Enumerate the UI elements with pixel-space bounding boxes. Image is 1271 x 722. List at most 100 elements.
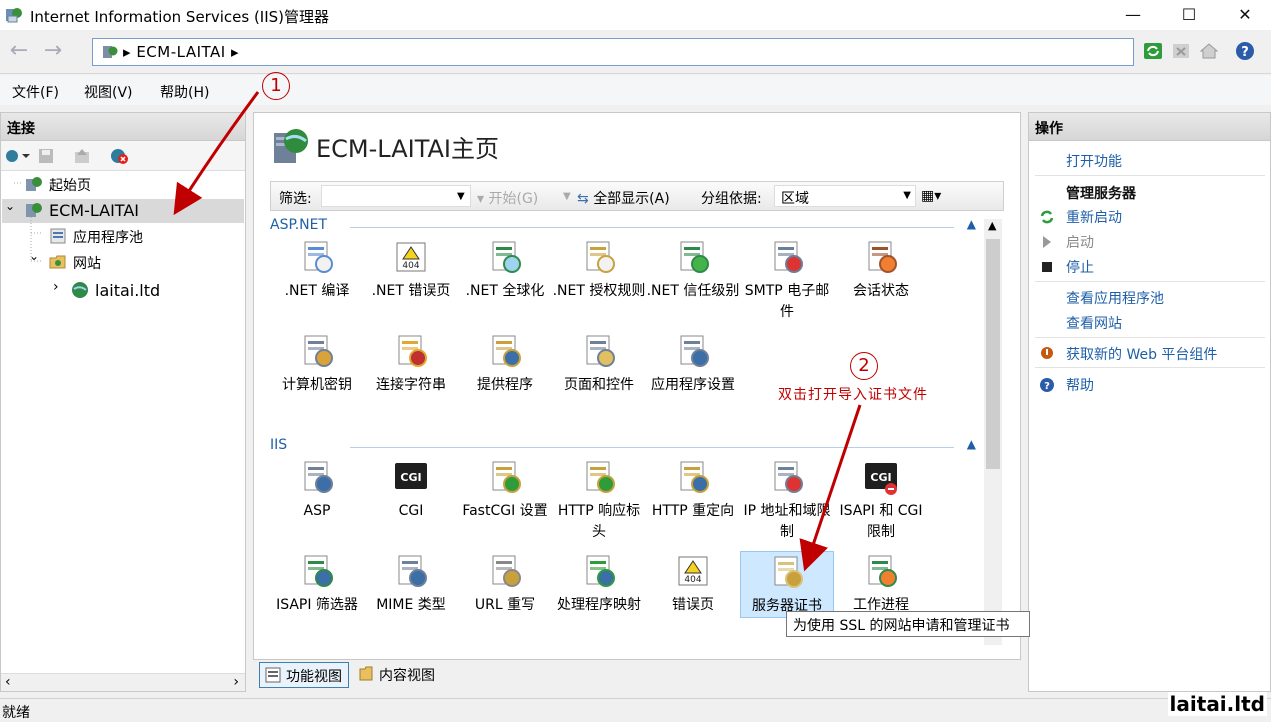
- up-icon[interactable]: [73, 147, 91, 165]
- feature-label: 计算机密钥: [282, 377, 352, 393]
- feature-session-state[interactable]: 会话状态: [834, 237, 928, 302]
- menu-file[interactable]: 文件(F): [12, 82, 59, 102]
- feature-providers[interactable]: 提供程序: [458, 331, 552, 396]
- feature-net-authorization[interactable]: .NET 授权规则: [552, 237, 646, 302]
- feature-net-trust-levels[interactable]: .NET 信任级别: [646, 237, 740, 302]
- feature-handler-mappings[interactable]: 处理程序映射: [552, 551, 646, 616]
- feature-server-certificates[interactable]: 服务器证书: [740, 551, 834, 618]
- stop-icon[interactable]: [1170, 40, 1192, 62]
- feature-label: 处理程序映射: [557, 597, 641, 613]
- feature-app-settings[interactable]: 应用程序设置: [646, 331, 740, 396]
- maximize-button[interactable]: ☐: [1160, 0, 1218, 30]
- show-all-button[interactable]: ⇆ 全部显示(A): [577, 188, 670, 208]
- back-button[interactable]: ←: [4, 38, 34, 66]
- feature-net-compilation[interactable]: .NET 编译: [270, 237, 364, 302]
- save-icon[interactable]: [37, 147, 55, 165]
- start-page-icon: [26, 177, 42, 191]
- watermark: laitai.ltd: [1167, 692, 1267, 716]
- feature-net-globalization[interactable]: .NET 全球化: [458, 237, 552, 302]
- menu-view[interactable]: 视图(V): [84, 82, 133, 102]
- feature-isapi-filters[interactable]: ISAPI 筛选器: [270, 551, 364, 616]
- open-feature-link[interactable]: 打开功能: [1066, 151, 1122, 171]
- feature-label: .NET 全球化: [465, 283, 545, 299]
- section-header[interactable]: ASP.NET ▲: [270, 217, 984, 237]
- url-rewrite-icon: [492, 555, 521, 587]
- feature-label: ISAPI 和 CGI 限制: [839, 503, 923, 540]
- address-path[interactable]: ECM-LAITAI: [136, 43, 225, 61]
- stop-link[interactable]: 停止: [1066, 257, 1094, 277]
- feature-label: SMTP 电子邮件: [744, 283, 830, 320]
- feature-mime-types[interactable]: MIME 类型: [364, 551, 458, 616]
- section-divider: [350, 447, 954, 448]
- feature-cgi[interactable]: CGI CGI: [364, 457, 458, 522]
- chevron-down-icon[interactable]: ⌄: [5, 199, 15, 213]
- feature-label: 页面和控件: [564, 377, 634, 393]
- scroll-left-icon[interactable]: ‹: [5, 674, 11, 690]
- disconnect-icon[interactable]: [109, 147, 129, 165]
- help-icon[interactable]: ?: [1234, 40, 1256, 62]
- feature-http-redirect[interactable]: HTTP 重定向: [646, 457, 740, 522]
- menu-help[interactable]: 帮助(H): [160, 82, 209, 102]
- section-header[interactable]: IIS ▲: [270, 437, 984, 457]
- home-icon[interactable]: [1198, 40, 1220, 62]
- filter-label: 筛选:: [279, 191, 312, 207]
- app-pool-icon: [50, 228, 66, 244]
- feature-pages-controls[interactable]: 页面和控件: [552, 331, 646, 396]
- start-link[interactable]: 启动: [1066, 232, 1094, 252]
- section-title: ASP.NET: [270, 217, 328, 233]
- feature-fastcgi[interactable]: FastCGI 设置: [458, 457, 552, 522]
- features-view-icon: [265, 667, 281, 683]
- refresh-icon[interactable]: [1142, 40, 1164, 62]
- filter-input[interactable]: [321, 185, 471, 207]
- feature-label: 连接字符串: [376, 377, 446, 393]
- view-mode-button[interactable]: ▦▾: [921, 188, 941, 204]
- feature-net-error-pages[interactable]: 404 .NET 错误页: [364, 237, 458, 302]
- scroll-right-icon[interactable]: ›: [233, 674, 239, 690]
- scroll-up-icon[interactable]: ▲: [988, 219, 996, 232]
- group-by-select[interactable]: 区域 ▼: [774, 185, 916, 207]
- chevron-down-icon[interactable]: ▼: [563, 191, 571, 202]
- tab-content-view[interactable]: 内容视图: [353, 662, 441, 688]
- mime-types-icon: [398, 555, 427, 587]
- minimize-button[interactable]: —: [1104, 0, 1162, 30]
- feature-isapi-cgi[interactable]: CGI ISAPI 和 CGI 限制: [834, 457, 928, 543]
- net-globalization-icon: [492, 241, 521, 273]
- feature-asp[interactable]: ASP: [270, 457, 364, 522]
- feature-url-rewrite[interactable]: URL 重写: [458, 551, 552, 616]
- chevron-right-icon[interactable]: ›: [53, 279, 59, 295]
- forward-button[interactable]: →: [38, 38, 68, 66]
- chevron-down-icon[interactable]: ⌄: [29, 249, 39, 263]
- feature-ip-restrictions[interactable]: IP 地址和域限制: [740, 457, 834, 543]
- status-bar: 就绪: [0, 698, 1271, 721]
- get-web-platform-link[interactable]: 获取新的 Web 平台组件: [1066, 344, 1217, 364]
- restart-link[interactable]: 重新启动: [1066, 207, 1122, 227]
- chevron-down-icon[interactable]: ▼: [457, 191, 465, 202]
- help-link[interactable]: 帮助: [1066, 375, 1094, 395]
- feature-error-pages[interactable]: 404 错误页: [646, 551, 740, 616]
- address-box[interactable]: ▸ ECM-LAITAI ▸: [92, 38, 1134, 66]
- feature-http-headers[interactable]: HTTP 响应标头: [552, 457, 646, 543]
- feature-label: .NET 编译: [284, 283, 350, 299]
- filter-start-button[interactable]: ▾ 开始(G): [477, 188, 538, 208]
- view-app-pools-link[interactable]: 查看应用程序池: [1066, 288, 1164, 308]
- chevron-up-icon[interactable]: ▲: [967, 217, 976, 231]
- tab-features-view[interactable]: 功能视图: [259, 662, 349, 688]
- connections-title: 连接: [1, 113, 245, 141]
- pages-controls-icon: [586, 335, 615, 367]
- smtp-email-icon: [774, 241, 803, 273]
- feature-machine-key[interactable]: 计算机密钥: [270, 331, 364, 396]
- features-scrollbar[interactable]: ▲: [984, 219, 1002, 645]
- close-button[interactable]: ✕: [1216, 0, 1271, 30]
- scrollbar-thumb[interactable]: [986, 239, 1000, 469]
- chevron-up-icon[interactable]: ▲: [967, 437, 976, 451]
- connections-scrollbar[interactable]: ‹ ›: [1, 673, 245, 691]
- server-certificates-icon: [774, 556, 803, 588]
- view-sites-link[interactable]: 查看网站: [1066, 313, 1122, 333]
- tooltip: 为使用 SSL 的网站申请和管理证书: [786, 611, 1030, 637]
- feature-smtp-email[interactable]: SMTP 电子邮件: [740, 237, 834, 323]
- feature-connection-strings[interactable]: 连接字符串: [364, 331, 458, 396]
- path-end-separator[interactable]: ▸: [231, 43, 239, 61]
- feature-worker-processes[interactable]: 工作进程: [834, 551, 928, 616]
- connect-icon[interactable]: [4, 147, 30, 165]
- separator: [1035, 367, 1265, 368]
